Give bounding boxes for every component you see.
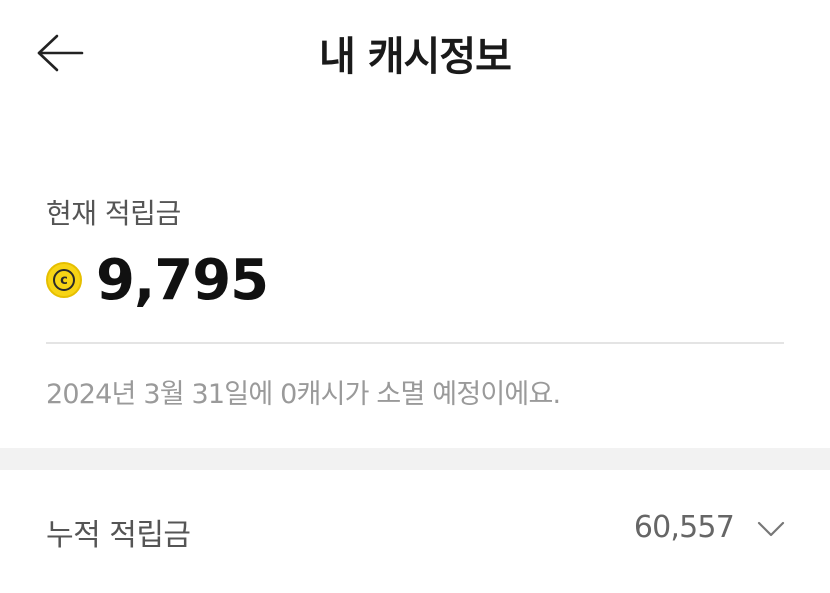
current-balance-label: 현재 적립금 [46, 197, 181, 230]
cumulative-balance-row[interactable]: 누적 적립금 60,557 [0, 470, 830, 593]
divider [46, 342, 784, 344]
header: 내 캐시정보 [0, 0, 830, 104]
section-separator [0, 448, 830, 470]
cumulative-balance-amount: 60,557 [633, 510, 735, 545]
page-title: 내 캐시정보 [319, 34, 512, 80]
chevron-down-icon[interactable] [756, 518, 786, 540]
current-balance-amount: 9,795 [96, 247, 269, 313]
cumulative-balance-label: 누적 적립금 [46, 518, 191, 553]
expiry-note: 2024년 3월 31일에 0캐시가 소멸 예정이에요. [46, 379, 561, 410]
coin-letter: c [53, 269, 75, 291]
current-balance: c 9,795 [46, 247, 269, 313]
cash-info-page: 내 캐시정보 현재 적립금 c 9,795 2024년 3월 31일에 0캐시가… [0, 0, 830, 593]
cash-coin-icon: c [46, 262, 82, 298]
